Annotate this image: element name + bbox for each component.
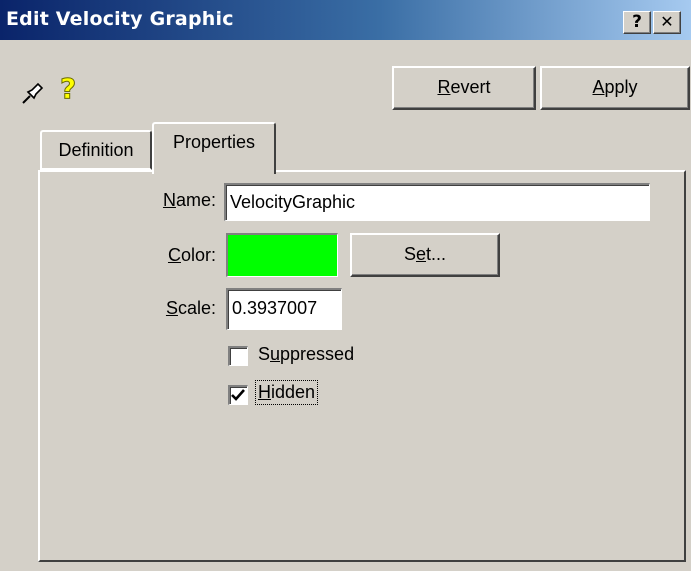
suppressed-mnemonic: u [270, 344, 281, 364]
checkmark-icon [231, 389, 245, 401]
window-title: Edit Velocity Graphic [6, 8, 234, 30]
title-bar: Edit Velocity Graphic ? ✕ [0, 0, 691, 40]
color-swatch[interactable] [226, 233, 338, 277]
help-title-button[interactable]: ? [623, 11, 651, 34]
color-mnemonic: C [167, 245, 181, 265]
tab-properties[interactable]: Properties [152, 122, 276, 174]
scale-label: Scale: [165, 298, 216, 318]
apply-button[interactable]: Apply [540, 66, 690, 110]
apply-mnemonic: A [592, 77, 605, 97]
name-label: Name: [162, 190, 216, 210]
suppressed-checkbox[interactable] [228, 346, 248, 366]
hidden-checkbox[interactable] [228, 385, 248, 405]
tab-definition[interactable]: Definition [40, 130, 152, 170]
revert-mnemonic: R [437, 77, 451, 97]
name-mnemonic: N [162, 190, 176, 210]
color-label: Color: [167, 245, 216, 265]
hidden-label[interactable]: Hidden [254, 380, 319, 405]
hidden-mnemonic: H [258, 382, 271, 402]
apply-label-rest: pply [604, 77, 638, 97]
properties-panel [38, 170, 686, 562]
suppressed-label[interactable]: Suppressed [258, 344, 354, 365]
scale-input[interactable]: 0.3937007 [226, 288, 342, 330]
set-color-button[interactable]: Set... [350, 233, 500, 277]
help-icon[interactable]: ? [59, 72, 76, 106]
revert-button[interactable]: Revert [392, 66, 536, 110]
pin-icon[interactable] [20, 80, 46, 106]
name-input[interactable]: VelocityGraphic [224, 183, 650, 221]
scale-mnemonic: S [165, 298, 178, 318]
revert-label-rest: evert [450, 77, 491, 97]
set-mnemonic: e [415, 244, 426, 264]
close-button[interactable]: ✕ [653, 11, 681, 34]
